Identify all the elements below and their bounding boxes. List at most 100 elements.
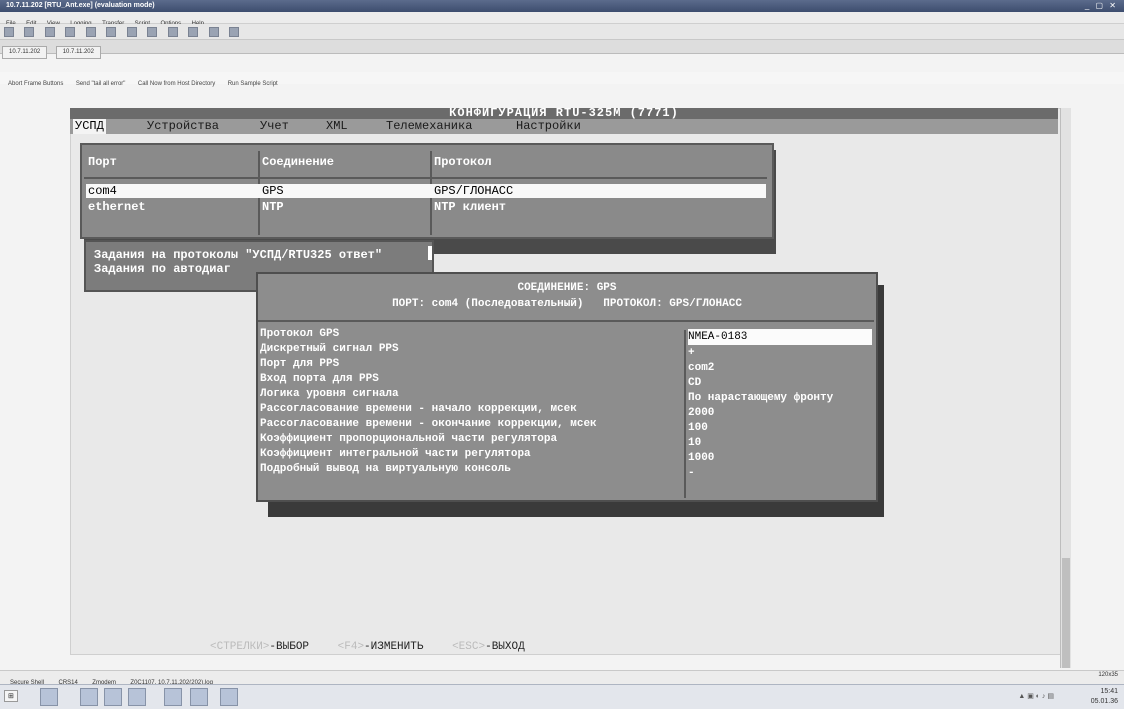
hint-exit: <ESC>-ВЫХОД [452, 641, 525, 653]
quick-connect-icon[interactable] [24, 27, 35, 37]
param-label: Рассогласование времени - окончание корр… [260, 418, 597, 430]
param-value[interactable]: + [688, 347, 695, 360]
menu-settings[interactable]: Настройки [516, 119, 581, 134]
settings-icon[interactable] [167, 27, 178, 37]
hint-exit-key: <ESC> [452, 641, 486, 653]
param-value[interactable]: CD [688, 377, 701, 390]
menu-uspd[interactable]: УСПД [73, 119, 106, 134]
tray-icons[interactable]: ▲ ▣ ◐ ♪ ▤ [1018, 692, 1054, 700]
table-row[interactable]: ethernet NTP NTP клиент [86, 200, 766, 214]
save-icon[interactable] [44, 27, 55, 37]
folder-icon[interactable] [80, 688, 98, 706]
paste-icon[interactable] [106, 27, 117, 37]
port-cell: com4 [88, 184, 117, 198]
session-tab[interactable]: 10.7.11.202 [55, 46, 101, 59]
keymap-icon[interactable] [188, 27, 199, 37]
config-menu: УСПД Устройства Учет XML Телемеханика На… [70, 119, 1058, 134]
param-value[interactable]: 100 [688, 422, 708, 435]
find-icon[interactable] [126, 27, 137, 37]
disconnect-icon[interactable] [65, 27, 76, 37]
param-label: Коэффициент пропорциональной части регул… [260, 433, 558, 445]
gps-connection-dialog: СОЕДИНЕНИЕ: GPS ПОРТ: com4 (Последовател… [256, 272, 878, 502]
port-cell: ethernet [88, 200, 146, 214]
param-value[interactable]: 1000 [688, 452, 714, 465]
menu-devices[interactable]: Устройства [147, 119, 219, 134]
param-value[interactable]: По нарастающему фронту [688, 392, 833, 405]
connect-icon[interactable] [4, 27, 14, 37]
dialog-column-divider [684, 330, 686, 498]
param-label: Коэффициент интегральной части регулятор… [260, 448, 531, 460]
protocol-cell: NTP клиент [434, 200, 507, 214]
param-value[interactable]: 2000 [688, 407, 714, 420]
param-label: Рассогласование времени - начало коррекц… [260, 403, 577, 415]
taskbar: ⊞ ▲ ▣ ◐ ♪ ▤ 15:41 05.01.36 [0, 684, 1124, 709]
hint-edit: <F4>-ИЗМЕНИТЬ [338, 641, 424, 653]
table-row[interactable]: com4 GPS GPS/ГЛОНАСС [86, 184, 766, 198]
param-value[interactable]: - [688, 467, 695, 480]
hint-edit-label: -ИЗМЕНИТЬ [364, 641, 424, 653]
connection-cell: GPS [262, 184, 284, 198]
col-header-port: Порт [88, 155, 117, 169]
task-item[interactable]: Задания на протоколы "УСПД/RTU325 ответ" [94, 248, 432, 262]
word-icon[interactable] [220, 688, 238, 706]
window-controls[interactable]: _ ▢ ✕ [1085, 0, 1118, 12]
param-label: Дискретный сигнал PPS [260, 343, 399, 355]
param-label: Порт для PPS [260, 358, 340, 370]
print-icon[interactable] [147, 27, 158, 37]
param-label: Подробный вывод на виртуальную консоль [260, 463, 511, 475]
ports-panel: Порт Соединение Протокол com4 GPS GPS/ГЛ… [80, 143, 774, 239]
hint-select-label: -ВЫБОР [269, 641, 310, 653]
window-title: 10.7.11.202 [RTU_Ant.exe] (evaluation mo… [6, 2, 155, 9]
hint-select-key: <СТРЕЛКИ> [210, 641, 270, 653]
terminal-size: 120x35 [1098, 672, 1118, 678]
param-value[interactable]: com2 [688, 362, 714, 375]
terminal-scrollbar[interactable] [1060, 108, 1071, 668]
calculator-icon[interactable] [128, 688, 146, 706]
tray-clock[interactable]: 15:41 05.01.36 [1091, 687, 1118, 707]
hint-edit-key: <F4> [337, 641, 365, 653]
hint-select: <СТРЕЛКИ>-ВЫБОР [210, 641, 309, 653]
copy-icon[interactable] [85, 27, 96, 37]
quick-button[interactable]: Call Now from Host Directory [138, 81, 215, 87]
text-cursor [428, 246, 432, 260]
quick-button[interactable]: Send "tail all error" [76, 81, 126, 87]
window-titlebar: 10.7.11.202 [RTU_Ant.exe] (evaluation mo… [0, 0, 1124, 12]
quick-button[interactable]: Abort Frame Buttons [8, 81, 63, 87]
terminal-app-icon[interactable] [190, 688, 208, 706]
menu-metering[interactable]: Учет [260, 119, 289, 134]
dialog-title: СОЕДИНЕНИЕ: GPS [517, 282, 617, 294]
menubar: File Edit View Logging Transfer Script O… [0, 12, 1124, 27]
session-tab[interactable]: 10.7.11.202 [2, 46, 48, 59]
protocol-cell: GPS/ГЛОНАСС [434, 184, 514, 198]
sftp-icon[interactable] [208, 27, 219, 37]
param-label: Протокол GPS [260, 328, 340, 340]
param-value[interactable]: 10 [688, 437, 701, 450]
param-value-selected[interactable]: NMEA-0183 [688, 329, 872, 345]
key-hints: <СТРЕЛКИ>-ВЫБОР <F4>-ИЗМЕНИТЬ <ESC>-ВЫХО… [210, 641, 547, 653]
statusbar: Secure Shell CRS14 Zmodem Z0C1107, 10.7.… [0, 670, 1124, 686]
tray-date: 05.01.36 [1090, 698, 1118, 705]
session-tabs: 10.7.11.202 10.7.11.202 [0, 40, 1124, 59]
header-separator [84, 177, 767, 179]
browser-icon[interactable] [104, 688, 122, 706]
dialog-subtitle: ПОРТ: com4 (Последовательный) ПРОТОКОЛ: … [392, 298, 742, 310]
start-button[interactable]: ⊞ [4, 690, 18, 702]
param-label: Вход порта для PPS [260, 373, 379, 385]
col-header-protocol: Протокол [434, 155, 492, 169]
param-label: Логика уровня сигнала [260, 388, 399, 400]
quick-button[interactable]: Run Sample Script [228, 81, 278, 87]
menu-xml[interactable]: XML [326, 119, 348, 134]
explorer-icon[interactable] [40, 688, 58, 706]
config-title: КОНФИГУРАЦИЯ RTU-325M (7771) [70, 107, 1058, 119]
col-header-connection: Соединение [262, 155, 335, 169]
scrollbar-thumb[interactable] [1062, 558, 1070, 668]
hint-exit-label: -ВЫХОД [485, 641, 525, 653]
connection-cell: NTP [262, 200, 284, 214]
dialog-separator [258, 320, 874, 322]
help-icon[interactable] [228, 27, 239, 37]
media-icon[interactable] [164, 688, 182, 706]
tray-time: 15:41 [1100, 688, 1118, 695]
toolbar [0, 24, 1124, 40]
menu-telemechanics[interactable]: Телемеханика [386, 119, 472, 134]
quick-button-bar: Abort Frame Buttons Send "tail all error… [0, 72, 1124, 87]
